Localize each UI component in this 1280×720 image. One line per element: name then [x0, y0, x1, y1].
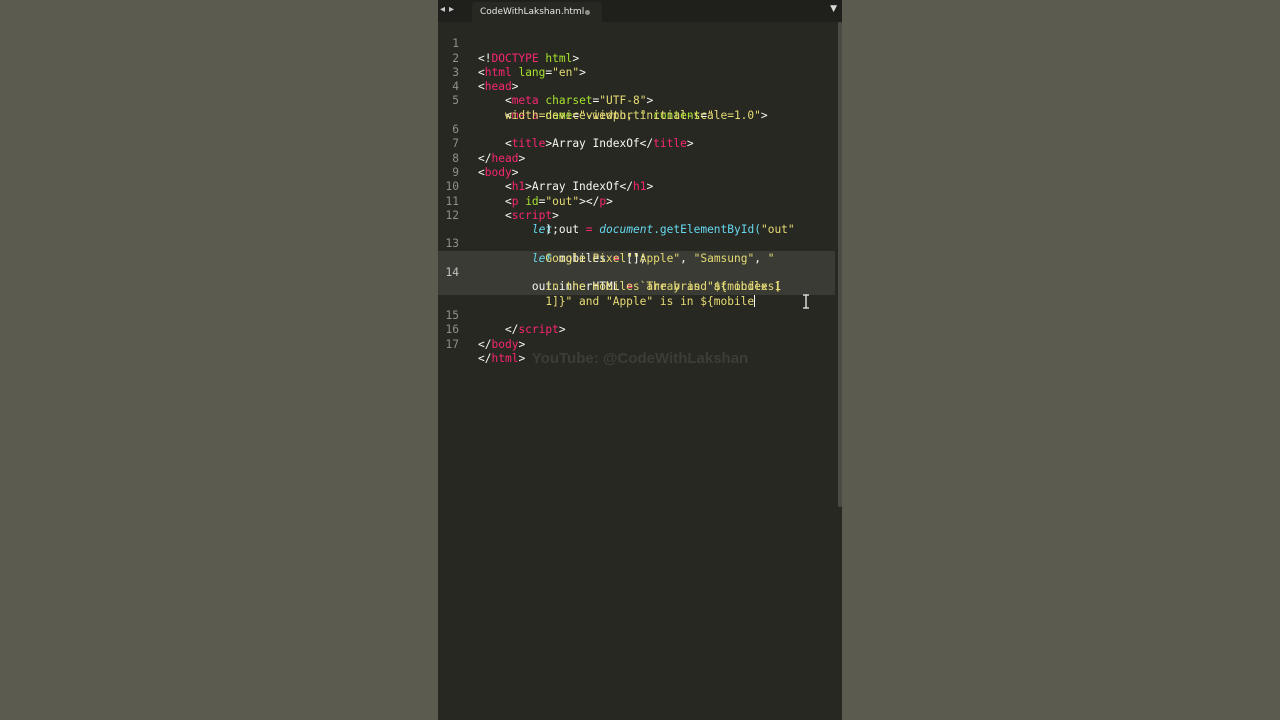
code-editor-window: ◂ ▸ CodeWithLakshan.html ▼ 1 <!DOCTYPE h…	[438, 0, 842, 720]
back-arrow-icon[interactable]: ◂	[440, 3, 445, 17]
code-line-17: 17 </html>	[438, 323, 835, 365]
code-line-14-wrap-2: 1]}" and "Apple" is in ${mobile	[438, 280, 835, 308]
code-line-16: 16 </body>	[438, 309, 835, 350]
tab-bar: ◂ ▸ CodeWithLakshan.html ▼	[438, 0, 842, 22]
code-line-12-wrap: );	[438, 209, 835, 236]
code-line-15: 15 </script>	[438, 295, 835, 336]
code-line-14: 14 out.innerHTML = `The brand at index 1	[438, 252, 835, 293]
code-line-10: 10 <p id="out"></p>	[438, 166, 835, 207]
forward-arrow-icon[interactable]: ▸	[449, 3, 454, 17]
watermark: YouTube: @CodeWithLakshan	[531, 350, 749, 367]
code-line-8: 8 <body>	[438, 137, 835, 179]
code-token: body	[491, 337, 519, 351]
code-line-4: 4 <meta charset="UTF-8">	[438, 66, 835, 107]
code-line-1: 1 <!DOCTYPE html>	[438, 23, 835, 64]
file-tab[interactable]: CodeWithLakshan.html	[472, 2, 602, 22]
code-line-7: 7 </head>	[438, 123, 835, 164]
code-line-5-wrap: width=device-width, initial-scale=1.0">	[438, 95, 835, 122]
code-line-5: 5 <meta name="viewport" content="	[438, 80, 835, 121]
tab-dropdown-icon[interactable]: ▼	[830, 4, 837, 14]
code-line-3: 3 <head>	[438, 52, 835, 93]
code-line-13-wrap: Google Pixel"];	[438, 238, 835, 265]
text-cursor-icon	[803, 294, 809, 309]
unsaved-dot-icon[interactable]	[585, 10, 590, 15]
code-line-12: 12 let out = document.getElementById("ou…	[438, 195, 835, 236]
code-line-2: 2 <html lang="en">	[438, 37, 835, 79]
scrollbar[interactable]	[838, 22, 842, 507]
code-token: >	[518, 337, 526, 351]
code-line-14-wrap-1: in the mobiles array is "${mobiles[	[438, 266, 835, 293]
code-line-11: 11 <script>	[438, 180, 835, 222]
code-line-9: 9 <h1>Array IndexOf</h1>	[438, 152, 835, 193]
code-line-13: 13 let mobiles = ["Apple", "Samsung", "	[438, 223, 835, 264]
code-token: </	[478, 337, 492, 351]
code-line-6: 6 <title>Array IndexOf</title>	[438, 109, 835, 150]
file-tab-label: CodeWithLakshan.html	[480, 7, 585, 17]
